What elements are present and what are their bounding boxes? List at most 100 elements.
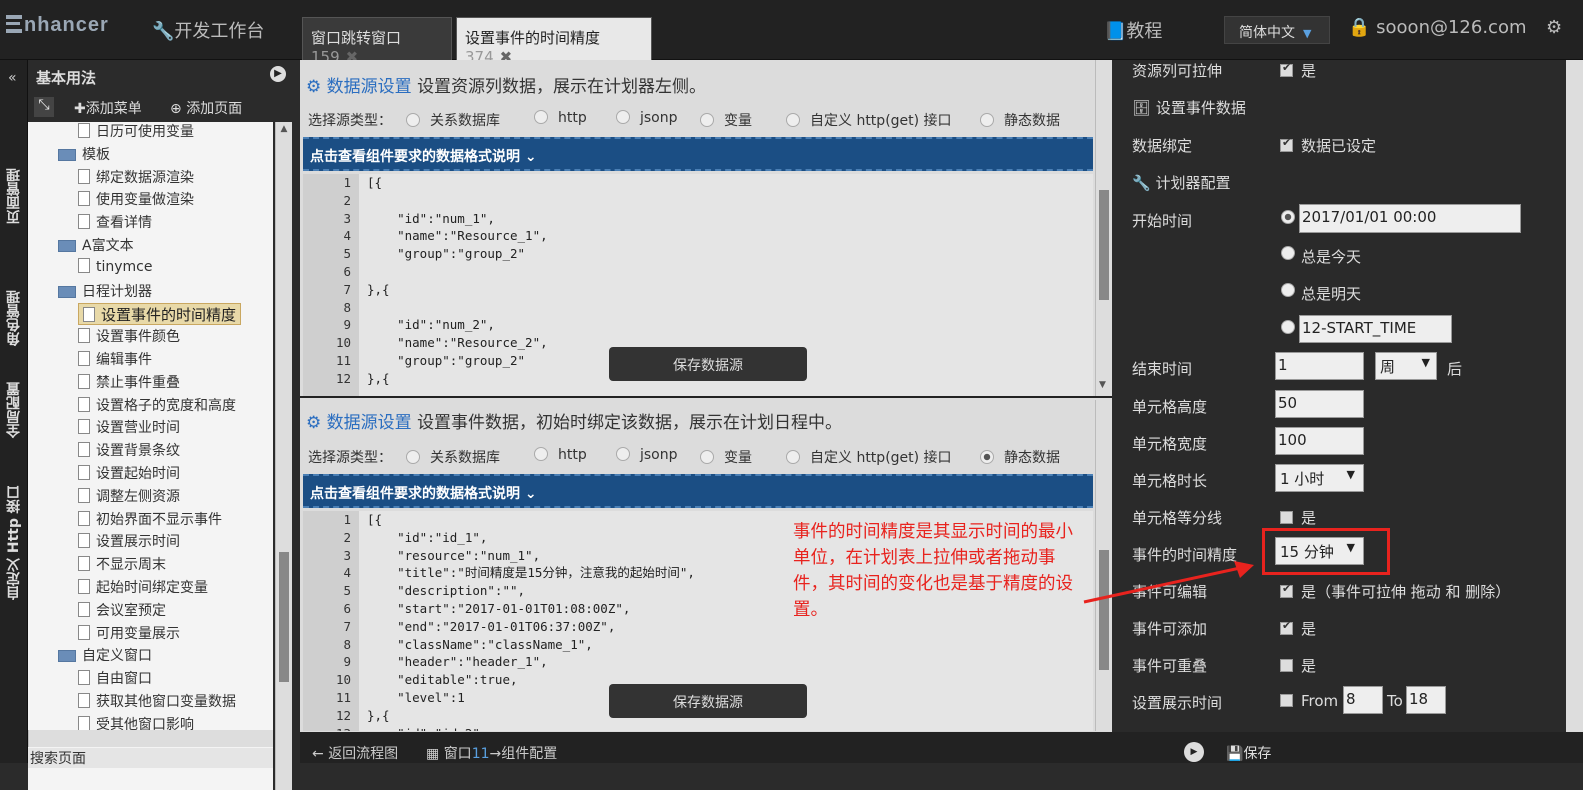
tree-page[interactable]: tinymce bbox=[78, 257, 153, 280]
tree-folder[interactable]: 日程计划器 bbox=[58, 281, 152, 303]
from-input[interactable]: 8 bbox=[1343, 686, 1383, 714]
tree-folder[interactable]: A富文本 bbox=[58, 235, 134, 257]
radio[interactable] bbox=[786, 450, 800, 464]
ds1-format-bar[interactable]: 点击查看组件要求的数据格式说明 ⌄ bbox=[303, 137, 1093, 171]
ds1-save-button[interactable]: 保存数据源 bbox=[609, 347, 807, 381]
start-time-input[interactable]: 2017/01/01 00:00 bbox=[1299, 204, 1521, 233]
app-logo[interactable]: nhancer bbox=[6, 14, 109, 37]
radio[interactable] bbox=[406, 113, 420, 127]
radio[interactable] bbox=[700, 113, 714, 127]
radio[interactable] bbox=[406, 450, 420, 464]
binding-checkbox[interactable]: 数据已设定 bbox=[1280, 135, 1376, 156]
ds1-source-option[interactable]: 静态数据 bbox=[980, 110, 1060, 130]
vtab-page-management[interactable]: 页面管理 bbox=[4, 104, 24, 224]
cell-height-input[interactable]: 50 bbox=[1275, 390, 1364, 418]
start-fixed-radio[interactable] bbox=[1281, 210, 1295, 224]
tree-page[interactable]: 可用变量展示 bbox=[78, 623, 180, 645]
user-menu[interactable]: 🔒 sooon@126.com bbox=[1348, 17, 1527, 38]
editable-checkbox[interactable]: 是（事件可拉伸 拖动 和 删除） bbox=[1280, 581, 1510, 602]
tree-page[interactable]: 设置背景条纹 bbox=[78, 440, 180, 462]
ds1-source-option[interactable]: http bbox=[534, 110, 587, 126]
tree-page[interactable]: 设置营业时间 bbox=[78, 417, 180, 439]
config-scrollbar[interactable] bbox=[1566, 60, 1583, 763]
cell-divider-checkbox[interactable]: 是 bbox=[1280, 507, 1316, 528]
tree-page[interactable]: 日历可使用变量 bbox=[78, 122, 194, 143]
tree-folder[interactable]: 自定义窗口 bbox=[58, 645, 152, 667]
tree-page[interactable]: 查看详情 bbox=[78, 212, 152, 234]
checkbox[interactable] bbox=[1280, 582, 1293, 598]
scroll-thumb[interactable] bbox=[1099, 190, 1109, 300]
vtab-role-management[interactable]: 角色管理 bbox=[4, 256, 24, 346]
cell-width-input[interactable]: 100 bbox=[1275, 427, 1364, 455]
start-var-input[interactable]: 12-START_TIME bbox=[1299, 315, 1452, 343]
ds1-source-option[interactable]: jsonp bbox=[616, 110, 678, 126]
ds2-source-option[interactable]: 自定义 http(get) 接口 bbox=[786, 447, 952, 467]
back-flow-button[interactable]: ← 返回流程图 bbox=[312, 743, 398, 763]
tree-page[interactable]: 禁止事件重叠 bbox=[78, 372, 180, 394]
tree-page[interactable]: 绑定数据源渲染 bbox=[78, 167, 194, 189]
always-tomorrow-radio[interactable] bbox=[1281, 283, 1295, 297]
vtab-global-config[interactable]: 全局配置 bbox=[4, 358, 24, 438]
ds2-source-option[interactable]: http bbox=[534, 447, 587, 463]
radio[interactable] bbox=[980, 113, 994, 127]
tree-page[interactable]: 设置格子的宽度和高度 bbox=[78, 395, 236, 417]
save-button[interactable]: 💾保存 bbox=[1226, 743, 1271, 763]
ds1-source-option[interactable]: 关系数据库 bbox=[406, 110, 500, 130]
expand-arrows-icon[interactable]: ⤡ bbox=[34, 97, 54, 117]
window-config-button[interactable]: ▦ 窗口11→组件配置 bbox=[426, 743, 557, 763]
ds2-source-option[interactable]: 变量 bbox=[700, 447, 752, 467]
tree-page[interactable]: 获取其他窗口变量数据 bbox=[78, 691, 236, 713]
add-page-button[interactable]: ⊕ 添加页面 bbox=[170, 98, 242, 118]
tutorial-link[interactable]: 📘教程 bbox=[1104, 17, 1162, 43]
end-unit-select[interactable]: 周 ▼ bbox=[1375, 352, 1437, 380]
checkbox[interactable] bbox=[1280, 694, 1293, 707]
add-menu-button[interactable]: ✚添加菜单 bbox=[74, 98, 142, 118]
tab-time-precision[interactable]: 设置事件的时间精度374 ✖ bbox=[456, 17, 652, 66]
tree-scrollbar[interactable]: ▲ bbox=[275, 122, 292, 790]
radio[interactable] bbox=[534, 110, 548, 124]
start-var-radio[interactable] bbox=[1281, 320, 1295, 334]
always-today-radio[interactable] bbox=[1281, 246, 1295, 260]
to-input[interactable]: 18 bbox=[1406, 686, 1446, 714]
language-select[interactable]: 简体中文 ▼ bbox=[1224, 16, 1330, 44]
tree-page[interactable]: 不显示周末 bbox=[78, 554, 166, 576]
overlap-checkbox[interactable]: 是 bbox=[1280, 655, 1316, 676]
checkbox[interactable] bbox=[1280, 659, 1293, 672]
addable-checkbox[interactable]: 是 bbox=[1280, 618, 1316, 639]
tree-page[interactable]: 起始时间绑定变量 bbox=[78, 577, 208, 599]
ds1-source-option[interactable]: 自定义 http(get) 接口 bbox=[786, 110, 952, 130]
checkbox[interactable] bbox=[1280, 511, 1293, 524]
scroll-thumb[interactable] bbox=[279, 552, 289, 682]
search-page-input[interactable]: 搜索页面 bbox=[28, 748, 273, 768]
play-icon[interactable]: ▶ bbox=[270, 66, 286, 82]
tree-page[interactable]: 设置事件的时间精度 bbox=[78, 303, 242, 326]
checkbox[interactable] bbox=[1280, 136, 1293, 152]
settings-gear-icon[interactable]: ⚙ bbox=[1546, 17, 1562, 38]
checkbox[interactable] bbox=[1280, 61, 1293, 77]
radio[interactable] bbox=[786, 113, 800, 127]
collapse-icon[interactable]: « bbox=[8, 70, 17, 86]
tree-page[interactable]: 会议室预定 bbox=[78, 600, 166, 622]
tree-page[interactable]: 设置事件颜色 bbox=[78, 326, 180, 348]
play-icon[interactable]: ▶ bbox=[1184, 742, 1204, 762]
tree-page[interactable]: 自由窗口 bbox=[78, 668, 152, 690]
tree-page[interactable]: 调整左侧资源 bbox=[78, 486, 180, 508]
tree-folder[interactable]: 模板 bbox=[58, 144, 110, 166]
ds2-save-button[interactable]: 保存数据源 bbox=[609, 684, 807, 718]
tree-page[interactable]: 编辑事件 bbox=[78, 349, 152, 371]
tree-page[interactable]: 初始界面不显示事件 bbox=[78, 509, 222, 531]
radio[interactable] bbox=[980, 450, 994, 464]
ds1-source-option[interactable]: 变量 bbox=[700, 110, 752, 130]
checkbox[interactable] bbox=[1280, 619, 1293, 635]
ds1-scrollbar[interactable]: ▼ bbox=[1095, 60, 1112, 396]
tab-window-jump[interactable]: 窗口跳转窗口159 ✖ bbox=[302, 17, 452, 66]
resize-checkbox[interactable]: 是 bbox=[1280, 60, 1316, 81]
tree-hscrollbar[interactable] bbox=[28, 730, 273, 747]
radio[interactable] bbox=[616, 447, 630, 461]
ds2-source-option[interactable]: 关系数据库 bbox=[406, 447, 500, 467]
ds2-title-link[interactable]: 数据源设置 bbox=[327, 413, 412, 433]
tree-page[interactable]: 使用变量做渲染 bbox=[78, 189, 194, 211]
tree-page[interactable]: 设置起始时间 bbox=[78, 463, 180, 485]
radio[interactable] bbox=[616, 110, 630, 124]
radio[interactable] bbox=[700, 450, 714, 464]
